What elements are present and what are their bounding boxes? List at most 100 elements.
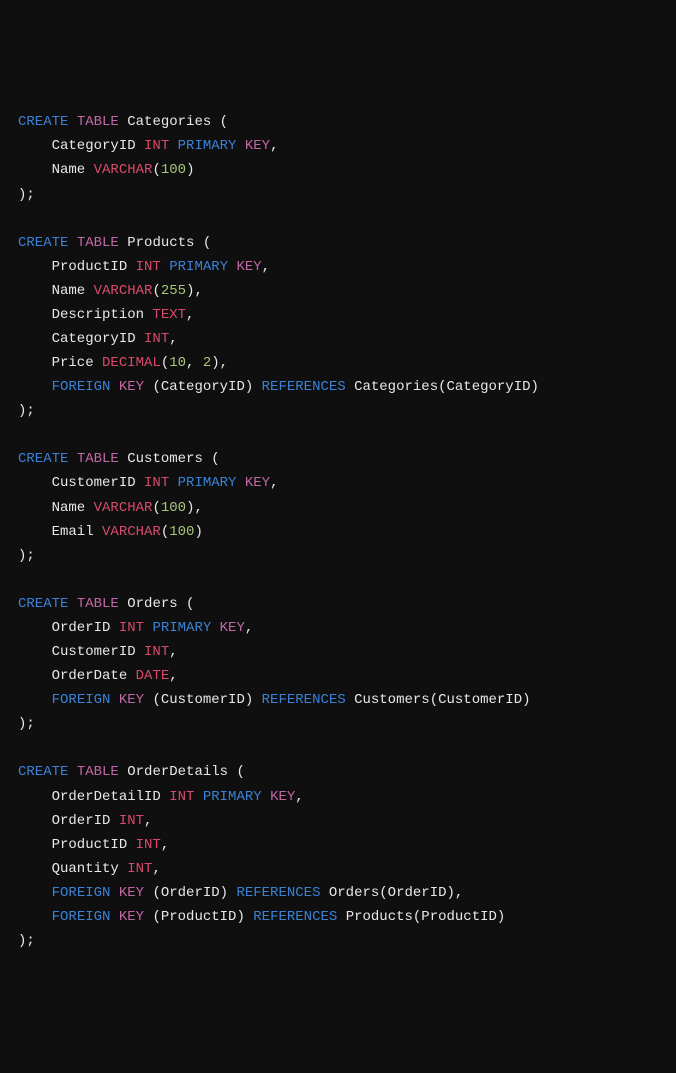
code-token: INT bbox=[136, 837, 161, 853]
code-token: PRIMARY bbox=[203, 789, 270, 805]
code-line bbox=[18, 740, 26, 756]
code-token: PRIMARY bbox=[152, 620, 219, 636]
code-token: TEXT bbox=[152, 307, 186, 323]
code-token: ), bbox=[186, 283, 203, 299]
code-line: OrderID INT, bbox=[18, 813, 152, 829]
code-token: INT bbox=[119, 813, 144, 829]
code-token: VARCHAR bbox=[94, 283, 153, 299]
code-line: Quantity INT, bbox=[18, 861, 161, 877]
code-token: FOREIGN bbox=[52, 885, 119, 901]
code-token: ( bbox=[152, 500, 160, 516]
code-token: 10 bbox=[169, 355, 186, 371]
code-token bbox=[18, 909, 52, 925]
code-line: CREATE TABLE Categories ( bbox=[18, 114, 228, 130]
code-token bbox=[18, 379, 52, 395]
code-token: 100 bbox=[161, 162, 186, 178]
code-token: Orders ( bbox=[127, 596, 194, 612]
code-token: 100 bbox=[161, 500, 186, 516]
code-token: OrderID bbox=[18, 620, 119, 636]
code-token: FOREIGN bbox=[52, 692, 119, 708]
code-token: , bbox=[270, 138, 278, 154]
code-line: ); bbox=[18, 548, 35, 564]
code-token: KEY bbox=[245, 138, 270, 154]
code-token: REFERENCES bbox=[262, 379, 354, 395]
code-token: KEY bbox=[119, 909, 153, 925]
code-token: ProductID bbox=[18, 259, 136, 275]
code-token: ); bbox=[18, 933, 35, 949]
code-token: ); bbox=[18, 716, 35, 732]
sql-code-block: CREATE TABLE Categories ( CategoryID INT… bbox=[18, 110, 658, 953]
code-token: OrderID bbox=[18, 813, 119, 829]
code-token: PRIMARY bbox=[169, 259, 236, 275]
code-token: FOREIGN bbox=[52, 909, 119, 925]
code-line: OrderDate DATE, bbox=[18, 668, 178, 684]
code-token: PRIMARY bbox=[178, 138, 245, 154]
code-line: ); bbox=[18, 403, 35, 419]
code-token: REFERENCES bbox=[236, 885, 328, 901]
code-line: FOREIGN KEY (OrderID) REFERENCES Orders(… bbox=[18, 885, 463, 901]
code-line: Price DECIMAL(10, 2), bbox=[18, 355, 228, 371]
code-line bbox=[18, 572, 26, 588]
code-line: Name VARCHAR(255), bbox=[18, 283, 203, 299]
code-token: Products(ProductID) bbox=[346, 909, 506, 925]
code-token: 2 bbox=[203, 355, 211, 371]
code-token: Description bbox=[18, 307, 152, 323]
code-token: TABLE bbox=[77, 451, 127, 467]
code-line: Name VARCHAR(100), bbox=[18, 500, 203, 516]
code-line: CategoryID INT, bbox=[18, 331, 178, 347]
code-token: TABLE bbox=[77, 596, 127, 612]
code-token: Price bbox=[18, 355, 102, 371]
code-token: ); bbox=[18, 187, 35, 203]
code-token: INT bbox=[136, 259, 170, 275]
code-token: (OrderID) bbox=[152, 885, 236, 901]
code-line: FOREIGN KEY (ProductID) REFERENCES Produ… bbox=[18, 909, 505, 925]
code-token: CREATE bbox=[18, 114, 77, 130]
code-line: ); bbox=[18, 933, 35, 949]
code-token: ( bbox=[152, 162, 160, 178]
code-token: INT bbox=[144, 644, 169, 660]
code-token: VARCHAR bbox=[94, 500, 153, 516]
code-line: FOREIGN KEY (CategoryID) REFERENCES Cate… bbox=[18, 379, 539, 395]
code-token: , bbox=[270, 475, 278, 491]
code-token: FOREIGN bbox=[52, 379, 119, 395]
code-token: 100 bbox=[169, 524, 194, 540]
code-token bbox=[18, 692, 52, 708]
code-token: Customers(CustomerID) bbox=[354, 692, 530, 708]
code-line bbox=[18, 427, 26, 443]
code-token: REFERENCES bbox=[262, 692, 354, 708]
code-token: Orders(OrderID), bbox=[329, 885, 463, 901]
code-token: KEY bbox=[245, 475, 270, 491]
code-token: PRIMARY bbox=[178, 475, 245, 491]
code-token: CREATE bbox=[18, 451, 77, 467]
code-token: CREATE bbox=[18, 764, 77, 780]
code-token: VARCHAR bbox=[94, 162, 153, 178]
code-token: (CategoryID) bbox=[152, 379, 261, 395]
code-line: CategoryID INT PRIMARY KEY, bbox=[18, 138, 278, 154]
code-line: ProductID INT, bbox=[18, 837, 169, 853]
code-token: ) bbox=[194, 524, 202, 540]
code-token: INT bbox=[119, 620, 153, 636]
code-line: CREATE TABLE Customers ( bbox=[18, 451, 220, 467]
code-token: CustomerID bbox=[18, 475, 144, 491]
code-token: TABLE bbox=[77, 235, 127, 251]
code-token bbox=[18, 885, 52, 901]
code-token: ProductID bbox=[18, 837, 136, 853]
code-line: CustomerID INT, bbox=[18, 644, 178, 660]
code-token: KEY bbox=[220, 620, 245, 636]
code-token: , bbox=[295, 789, 303, 805]
code-token: ( bbox=[161, 355, 169, 371]
code-token: Products ( bbox=[127, 235, 211, 251]
code-token: , bbox=[169, 331, 177, 347]
code-line: CREATE TABLE OrderDetails ( bbox=[18, 764, 245, 780]
code-token: INT bbox=[144, 331, 169, 347]
code-token: KEY bbox=[119, 379, 153, 395]
code-token: , bbox=[245, 620, 253, 636]
code-token: OrderDetailID bbox=[18, 789, 169, 805]
code-token: INT bbox=[127, 861, 152, 877]
code-token: CREATE bbox=[18, 235, 77, 251]
code-token: Name bbox=[18, 283, 94, 299]
code-token: DATE bbox=[136, 668, 170, 684]
code-token: Categories ( bbox=[127, 114, 228, 130]
code-token: Categories(CategoryID) bbox=[354, 379, 539, 395]
code-token: , bbox=[186, 307, 194, 323]
